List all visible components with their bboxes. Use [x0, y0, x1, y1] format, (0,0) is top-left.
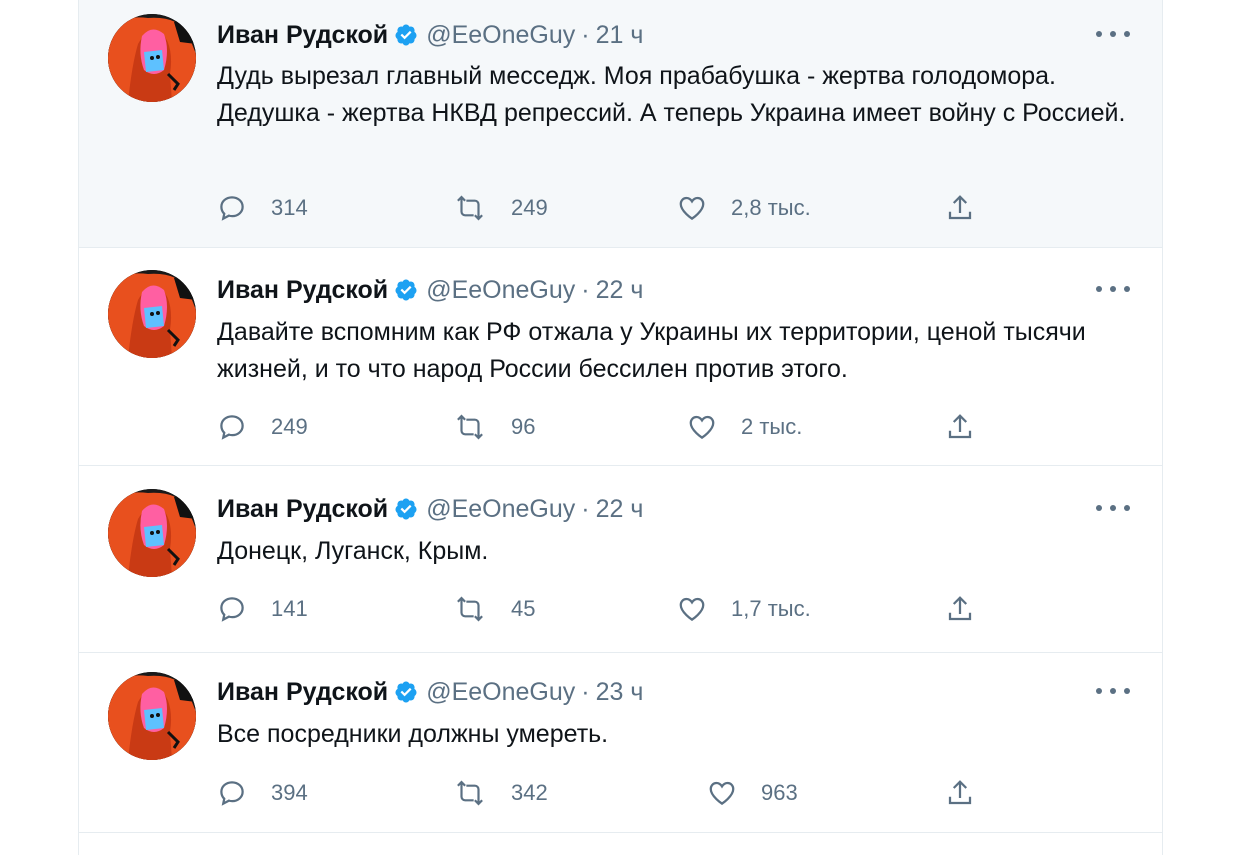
share-upload-icon: [945, 193, 999, 223]
author-handle[interactable]: @EeOneGuy: [426, 678, 575, 707]
heart-icon: [677, 193, 731, 223]
like-count: 2 тыс.: [741, 414, 803, 439]
reply-button[interactable]: 141: [217, 592, 308, 626]
like-button[interactable]: 1,7 тыс.: [677, 592, 811, 626]
tweet-header: Иван Рудской @EeOneGuy · 22 ч: [217, 494, 643, 524]
like-count: 2,8 тыс.: [731, 195, 811, 220]
retweet-button[interactable]: 45: [453, 592, 535, 626]
separator-dot: ·: [581, 677, 590, 706]
tweet-header: Иван Рудской @EeOneGuy · 21 ч: [217, 20, 643, 50]
tweet[interactable]: Иван Рудской @EeOneGuy · 23 ч Все посредн…: [79, 653, 1162, 833]
tweet-time[interactable]: 23 ч: [596, 678, 644, 707]
retweet-count: 342: [511, 780, 548, 805]
retweet-button[interactable]: 342: [453, 776, 548, 810]
author-handle[interactable]: @EeOneGuy: [426, 21, 575, 50]
more-dots-icon[interactable]: [1096, 498, 1130, 518]
tweet-actions: 249 96 2 тыс.: [217, 410, 997, 444]
verified-badge-icon: [394, 497, 418, 521]
author-name[interactable]: Иван Рудской: [217, 21, 388, 50]
like-count: 1,7 тыс.: [731, 596, 811, 621]
separator-dot: ·: [581, 494, 590, 523]
share-upload-icon: [945, 778, 999, 808]
tweet-header: Иван Рудской @EeOneGuy · 23 ч: [217, 677, 643, 707]
more-dots-icon[interactable]: [1096, 681, 1130, 701]
retweet-count: 249: [511, 195, 548, 220]
retweet-count: 96: [511, 414, 536, 439]
reply-bubble-icon: [217, 412, 271, 442]
heart-icon: [677, 594, 731, 624]
avatar[interactable]: [108, 14, 196, 102]
reply-button[interactable]: 394: [217, 776, 308, 810]
like-count: 963: [761, 780, 798, 805]
retweet-icon: [453, 594, 511, 624]
tweet-text: Дудь вырезал главный месседж. Моя прабаб…: [217, 62, 1126, 127]
tweet[interactable]: Иван Рудской @EeOneGuy · 22 ч Донецк, Луг…: [79, 466, 1162, 653]
retweet-icon: [453, 778, 511, 808]
share-button[interactable]: [945, 410, 999, 444]
share-button[interactable]: [945, 592, 999, 626]
reply-count: 314: [271, 195, 308, 220]
tweet-header: Иван Рудской @EeOneGuy · 22 ч: [217, 275, 643, 305]
tweet-time[interactable]: 22 ч: [596, 495, 644, 524]
author-handle[interactable]: @EeOneGuy: [426, 495, 575, 524]
share-button[interactable]: [945, 191, 999, 225]
verified-badge-icon: [394, 680, 418, 704]
avatar[interactable]: [108, 270, 196, 358]
tweet-actions: 394 342 963: [217, 776, 997, 810]
heart-icon: [707, 778, 761, 808]
retweet-button[interactable]: 96: [453, 410, 535, 444]
retweet-button[interactable]: 249: [453, 191, 548, 225]
reply-bubble-icon: [217, 778, 271, 808]
author-name[interactable]: Иван Рудской: [217, 678, 388, 707]
tweet-actions: 141 45 1,7 тыс.: [217, 592, 997, 626]
like-button[interactable]: 963: [707, 776, 798, 810]
heart-icon: [687, 412, 741, 442]
tweet-text: Донецк, Луганск, Крым.: [217, 537, 489, 565]
reply-button[interactable]: 314: [217, 191, 308, 225]
tweet-actions: 314 249 2,8 тыс.: [217, 191, 997, 225]
verified-badge-icon: [394, 23, 418, 47]
tweet-time[interactable]: 22 ч: [596, 276, 644, 305]
reply-bubble-icon: [217, 594, 271, 624]
share-button[interactable]: [945, 776, 999, 810]
tweet-text: Все посредники должны умереть.: [217, 720, 609, 748]
like-button[interactable]: 2 тыс.: [687, 410, 802, 444]
author-handle[interactable]: @EeOneGuy: [426, 276, 575, 305]
avatar[interactable]: [108, 489, 196, 577]
separator-dot: ·: [581, 20, 590, 49]
reply-button[interactable]: 249: [217, 410, 308, 444]
share-upload-icon: [945, 412, 999, 442]
reply-count: 249: [271, 414, 308, 439]
author-name[interactable]: Иван Рудской: [217, 495, 388, 524]
tweet[interactable]: Иван Рудской @EeOneGuy · 21 ч Дудь выреза…: [79, 0, 1162, 248]
more-dots-icon[interactable]: [1096, 24, 1130, 44]
reply-bubble-icon: [217, 193, 271, 223]
timeline: Иван Рудской @EeOneGuy · 21 ч Дудь выреза…: [78, 0, 1163, 855]
separator-dot: ·: [581, 275, 590, 304]
retweet-count: 45: [511, 596, 536, 621]
like-button[interactable]: 2,8 тыс.: [677, 191, 811, 225]
share-upload-icon: [945, 594, 999, 624]
more-dots-icon[interactable]: [1096, 279, 1130, 299]
author-name[interactable]: Иван Рудской: [217, 276, 388, 305]
retweet-icon: [453, 412, 511, 442]
tweet-time[interactable]: 21 ч: [596, 21, 644, 50]
avatar[interactable]: [108, 672, 196, 760]
verified-badge-icon: [394, 278, 418, 302]
tweet-text: Давайте вспомним как РФ отжала у Украины…: [217, 318, 1086, 383]
reply-count: 141: [271, 596, 308, 621]
tweet[interactable]: Иван Рудской @EeOneGuy · 22 ч Давайте всп…: [79, 248, 1162, 466]
reply-count: 394: [271, 780, 308, 805]
retweet-icon: [453, 193, 511, 223]
